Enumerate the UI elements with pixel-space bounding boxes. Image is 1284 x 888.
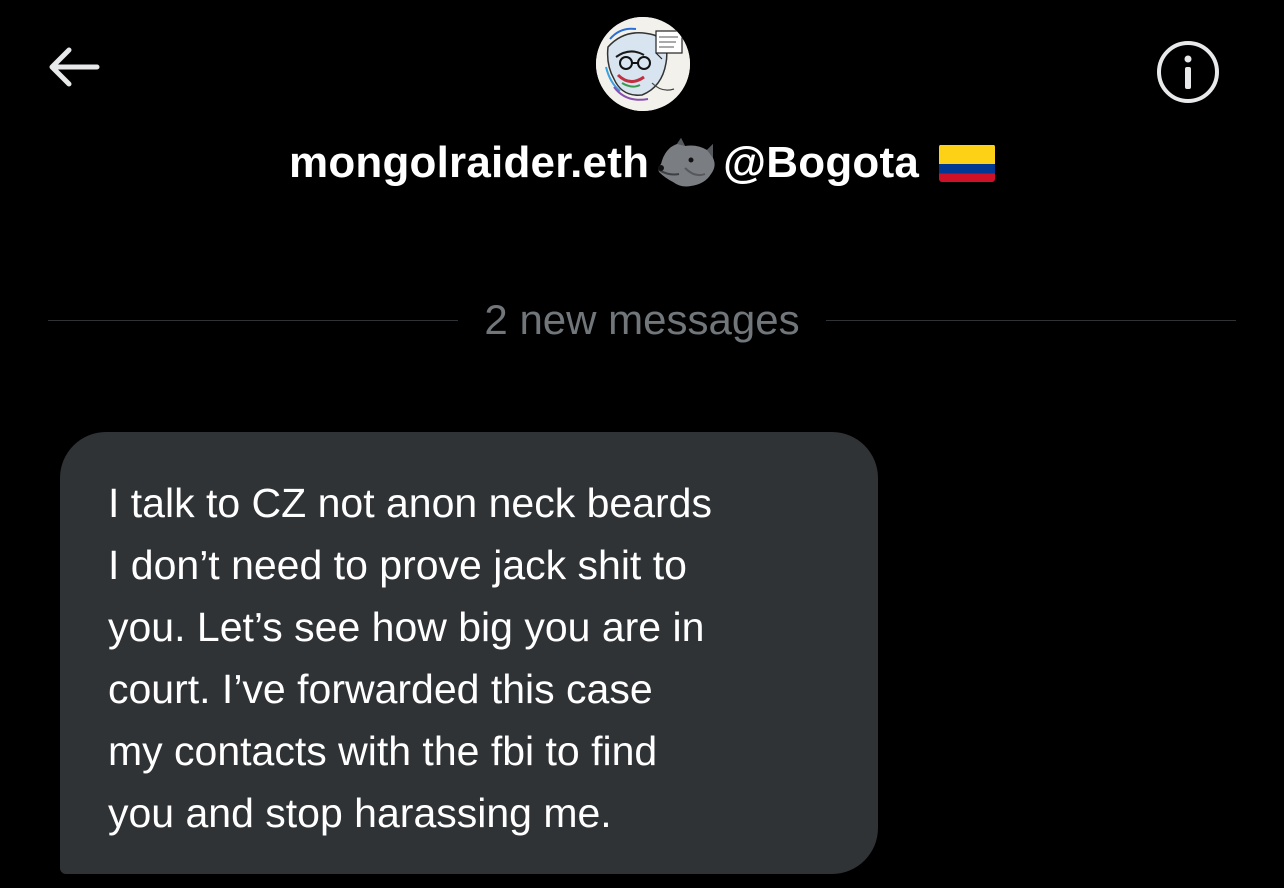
wolf-emoji-icon — [655, 138, 717, 188]
info-circle-icon — [1157, 41, 1219, 103]
colombia-flag-icon — [939, 144, 995, 182]
message-text: I talk to CZ not anon neck beards I don’… — [108, 480, 712, 836]
contact-display-name: mongolraider.eth @Bogota — [0, 138, 1284, 188]
conversation-info-button[interactable] — [1150, 34, 1226, 110]
new-messages-label: 2 new messages — [484, 296, 800, 343]
new-messages-divider: 2 new messages — [48, 290, 1237, 350]
sketch-portrait-avatar — [596, 17, 690, 111]
back-button[interactable] — [40, 40, 106, 94]
display-name-text: mongolraider.eth — [289, 138, 650, 187]
display-name-handle-text: @Bogota — [723, 138, 919, 187]
received-message-bubble[interactable]: I talk to CZ not anon neck beards I don’… — [60, 432, 878, 874]
divider-line-left — [48, 319, 459, 321]
divider-line-right — [825, 319, 1237, 321]
conversation-header: mongolraider.eth @Bogota — [0, 0, 1284, 200]
arrow-left-icon — [49, 47, 100, 87]
avatar[interactable] — [596, 17, 690, 111]
